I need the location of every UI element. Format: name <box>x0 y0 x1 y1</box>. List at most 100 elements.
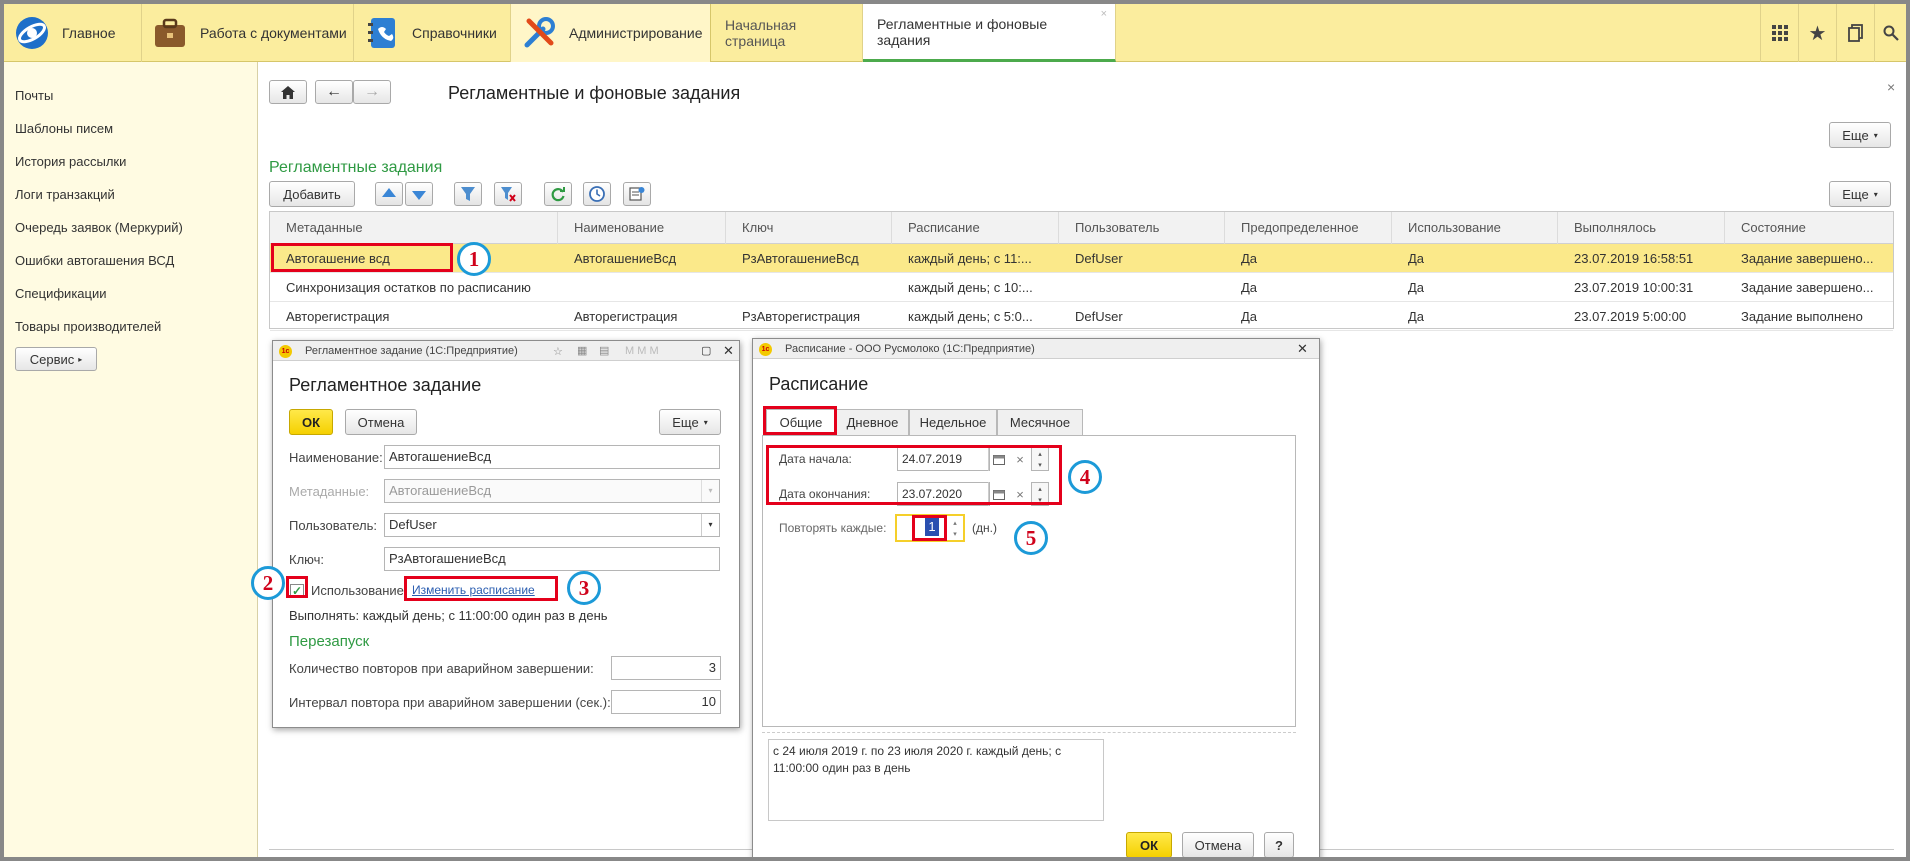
tab-scheduled-jobs-label: Регламентные и фоновые задания <box>877 15 1048 48</box>
key-field[interactable]: РзАвтогашениеВсд <box>384 547 720 571</box>
ok-button[interactable]: ОК <box>289 409 333 435</box>
retries-field[interactable]: 3 <box>611 656 721 680</box>
history-icon[interactable] <box>1836 4 1874 62</box>
close-icon[interactable]: ✕ <box>1297 339 1308 359</box>
schedule-window-titlebar: 1c Расписание - ООО Русмолоко (1С:Предпр… <box>753 339 1319 359</box>
settings-button[interactable] <box>623 182 651 206</box>
close-page-icon[interactable]: × <box>1887 79 1895 95</box>
user-field[interactable]: DefUser <box>384 513 720 537</box>
close-tab-icon[interactable]: × <box>1101 8 1107 20</box>
restart-section-title: Перезапуск <box>289 633 370 650</box>
clear-filter-button[interactable] <box>494 182 522 206</box>
cancel-button[interactable]: Отмена <box>1182 832 1254 857</box>
notes-icon[interactable]: ▤ <box>599 341 609 361</box>
scheduled-job-window: 1c Регламентное задание (1С:Предприятие)… <box>272 340 740 728</box>
favorites-icon[interactable]: ☆ <box>553 342 563 362</box>
sidebar-item-autoclose-errors[interactable]: Ошибки автогашения ВСД <box>15 253 174 268</box>
section-catalogs[interactable]: Справочники <box>354 4 511 62</box>
sidebar-item-mailing-history[interactable]: История рассылки <box>15 154 126 169</box>
maximize-icon[interactable]: ▢ <box>701 341 711 361</box>
close-icon[interactable]: ✕ <box>723 341 734 361</box>
sidebar-item-mail-templates[interactable]: Шаблоны писем <box>15 121 113 136</box>
annotation-5: 5 <box>1014 521 1048 555</box>
highlight-checkbox <box>286 576 308 598</box>
chevron-right-icon: ▸ <box>78 354 83 364</box>
table-cell: каждый день; с 11:... <box>908 251 1032 266</box>
use-label: Использование <box>311 583 404 598</box>
sidebar: Почты Шаблоны писем История рассылки Лог… <box>4 62 258 857</box>
table-row[interactable]: Авторегистрация Авторегистрация РзАвторе… <box>270 302 1893 331</box>
back-button[interactable]: ← <box>315 80 353 104</box>
clear-filter-icon <box>501 187 516 202</box>
table-row[interactable]: Автогашение всд АвтогашениеВсд РзАвтогаш… <box>270 244 1893 273</box>
column-header[interactable]: Ключ <box>726 212 892 244</box>
column-header[interactable]: Пользователь <box>1059 212 1225 244</box>
search-icon[interactable] <box>1874 4 1906 62</box>
repeat-spinner[interactable]: ▴ ▾ <box>948 517 962 539</box>
table-cell: Да <box>1408 251 1425 266</box>
memory-icons[interactable]: M M M <box>625 341 659 361</box>
column-header[interactable]: Использование <box>1392 212 1558 244</box>
calendar-icon[interactable]: ▦ <box>577 341 587 361</box>
cancel-button[interactable]: Отмена <box>345 409 417 435</box>
schedule-window-title: Расписание - ООО Русмолоко (1С:Предприят… <box>785 343 1035 355</box>
column-header[interactable]: Состояние <box>1725 212 1895 244</box>
tab-weekly[interactable]: Недельное <box>909 409 997 435</box>
table-cell: 23.07.2019 10:00:31 <box>1574 280 1694 295</box>
tools-icon <box>524 17 555 48</box>
home-button[interactable] <box>269 80 307 104</box>
filter-button[interactable] <box>454 182 482 206</box>
sidebar-item-transaction-logs[interactable]: Логи транзакций <box>15 187 115 202</box>
add-button[interactable]: Добавить <box>269 181 355 207</box>
schedule-window-heading: Расписание <box>769 374 869 394</box>
service-button-label: Сервис <box>29 351 75 367</box>
tab-home-page[interactable]: Начальная страница <box>711 4 863 62</box>
ok-button[interactable]: ОК <box>1126 832 1172 857</box>
more-button-grid[interactable]: Еще ▾ <box>1829 181 1891 207</box>
tab-daily[interactable]: Дневное <box>836 409 909 435</box>
sidebar-item-producer-goods[interactable]: Товары производителей <box>15 319 161 334</box>
user-dropdown-icon[interactable]: ▾ <box>701 514 719 536</box>
column-header[interactable]: Предопределенное <box>1225 212 1392 244</box>
section-documents[interactable]: Работа с документами <box>142 4 354 62</box>
schedule-button[interactable] <box>583 182 611 206</box>
forward-button[interactable]: → <box>353 80 391 104</box>
highlight-repeat <box>912 515 947 541</box>
sidebar-item-specifications[interactable]: Спецификации <box>15 286 107 301</box>
tab-monthly[interactable]: Месячное <box>997 409 1083 435</box>
metadata-label: Метаданные: <box>289 484 370 499</box>
sidebar-item-request-queue[interactable]: Очередь заявок (Меркурий) <box>15 220 183 235</box>
column-header[interactable]: Выполнялось <box>1558 212 1725 244</box>
highlight-dates <box>766 445 1062 505</box>
table-row[interactable]: Синхронизация остатков по расписанию каж… <box>270 273 1893 302</box>
star-icon[interactable]: ★ <box>1798 4 1836 62</box>
move-down-button[interactable] <box>405 182 433 206</box>
job-window-titlebar: 1c Регламентное задание (1С:Предприятие)… <box>273 341 739 361</box>
refresh-button[interactable] <box>544 182 572 206</box>
column-header[interactable]: Расписание <box>892 212 1059 244</box>
section-admin[interactable]: Администрирование <box>511 4 711 62</box>
section-catalogs-label: Справочники <box>412 25 497 41</box>
column-header[interactable]: Метаданные <box>270 212 558 244</box>
section-main[interactable]: Главное <box>4 4 142 62</box>
move-up-button[interactable] <box>375 182 403 206</box>
sidebar-item-mail[interactable]: Почты <box>15 88 53 103</box>
name-field[interactable]: АвтогашениеВсд <box>384 445 720 469</box>
retries-label: Количество повторов при аварийном заверш… <box>289 661 594 676</box>
app-logo-icon: 1c <box>279 345 292 358</box>
interval-field[interactable]: 10 <box>611 690 721 714</box>
more-button[interactable]: Еще ▾ <box>659 409 721 435</box>
annotation-1: 1 <box>457 242 491 276</box>
briefcase-icon <box>155 18 185 47</box>
section-documents-label: Работа с документами <box>200 25 347 41</box>
column-header[interactable]: Наименование <box>558 212 726 244</box>
table-cell <box>726 273 892 302</box>
app-window: Главное Работа с документами Справочники… <box>0 0 1910 861</box>
table-cell <box>1059 273 1225 302</box>
settings-icon <box>629 187 645 201</box>
service-button[interactable]: Сервис ▸ <box>15 347 97 371</box>
more-button-top[interactable]: Еще ▾ <box>1829 122 1891 148</box>
help-button[interactable]: ? <box>1264 832 1294 857</box>
tab-scheduled-jobs[interactable]: Регламентные и фоновые задания × <box>863 4 1116 62</box>
apps-grid-icon[interactable] <box>1760 4 1798 62</box>
